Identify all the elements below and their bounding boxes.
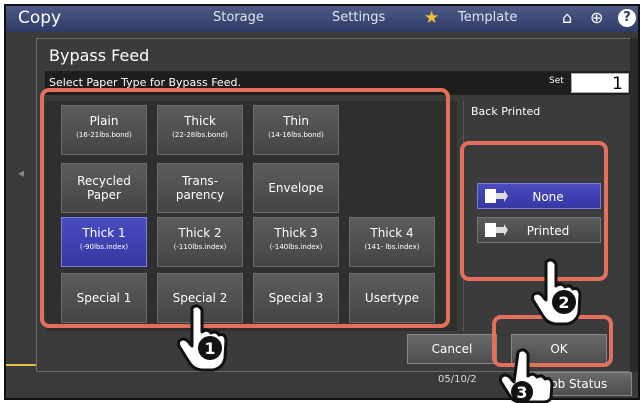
set-count-value: 1 xyxy=(612,74,623,94)
help-icon[interactable]: ? xyxy=(618,9,636,27)
tab-template[interactable]: Template xyxy=(458,10,517,25)
tab-storage[interactable]: Storage xyxy=(213,10,264,25)
chevron-left-icon: ◂ xyxy=(18,166,25,180)
callout-number: 2 xyxy=(558,293,569,312)
home-icon[interactable]: ⌂ xyxy=(562,8,572,27)
hand-pointer-icon: 2 xyxy=(531,258,582,326)
cancel-button[interactable]: Cancel xyxy=(407,334,497,364)
star-icon[interactable]: ★ xyxy=(424,8,439,28)
set-count-field[interactable]: 1 xyxy=(571,73,629,94)
hand-pointer-icon: 3 xyxy=(499,348,554,403)
set-label: Set xyxy=(549,76,564,86)
callout-outline-paper-types xyxy=(40,88,450,328)
status-line xyxy=(6,364,36,366)
globe-icon[interactable]: ⊕ xyxy=(590,8,603,27)
tab-settings[interactable]: Settings xyxy=(332,10,385,25)
right-edge-strip xyxy=(630,38,638,372)
top-bar: Copy Storage Settings ★ Template ⌂ ⊕ ? xyxy=(6,6,638,32)
dialog-title: Bypass Feed xyxy=(49,46,150,65)
back-printed-label: Back Printed xyxy=(471,105,541,118)
callout-number: 3 xyxy=(516,383,527,402)
app-title: Copy xyxy=(18,8,62,28)
date-time: 05/10/2 xyxy=(438,374,477,385)
hand-pointer-icon: 1 xyxy=(177,304,228,372)
callout-number: 1 xyxy=(204,339,215,358)
